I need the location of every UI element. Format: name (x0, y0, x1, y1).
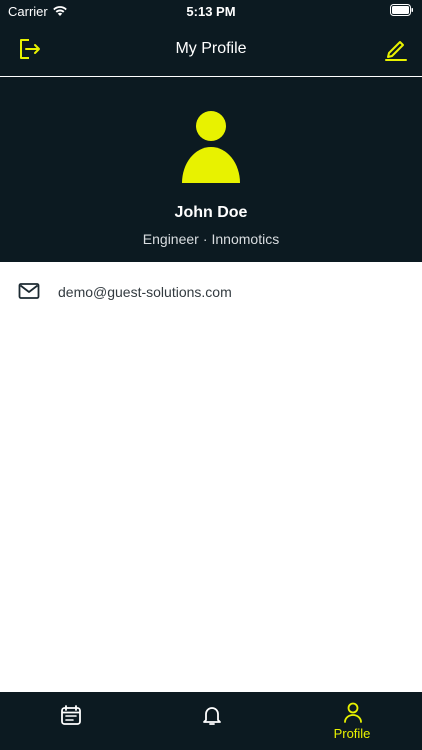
tab-profile[interactable]: Profile (282, 692, 422, 750)
subtitle-separator: · (202, 231, 208, 247)
profile-role: Engineer (142, 231, 199, 247)
tab-bar: Profile (0, 692, 422, 750)
email-row[interactable]: demo@guest-solutions.com (0, 262, 422, 320)
clock: 5:13 PM (186, 4, 236, 19)
bell-icon (203, 707, 221, 725)
mail-icon (18, 283, 40, 299)
profile-company: Innomotics (211, 231, 280, 247)
tab-notifications[interactable] (141, 692, 281, 750)
battery-icon (390, 4, 413, 16)
profile-subtitle: Engineer · Innomotics (0, 231, 422, 247)
edit-button[interactable] (383, 36, 409, 62)
calendar-icon (61, 705, 81, 725)
email-text: demo@guest-solutions.com (58, 284, 232, 300)
status-bar: Carrier 5:13 PM (0, 0, 422, 24)
avatar (182, 111, 240, 183)
page-title: My Profile (175, 40, 247, 57)
profile-name: John Doe (174, 204, 248, 221)
edit-icon (385, 41, 407, 61)
profile-header: John Doe Engineer · Innomotics (0, 77, 422, 262)
tab-profile-label: Profile (333, 726, 371, 741)
person-icon (344, 702, 362, 723)
nav-bar: My Profile (0, 24, 422, 77)
tab-calendar[interactable] (0, 692, 140, 750)
